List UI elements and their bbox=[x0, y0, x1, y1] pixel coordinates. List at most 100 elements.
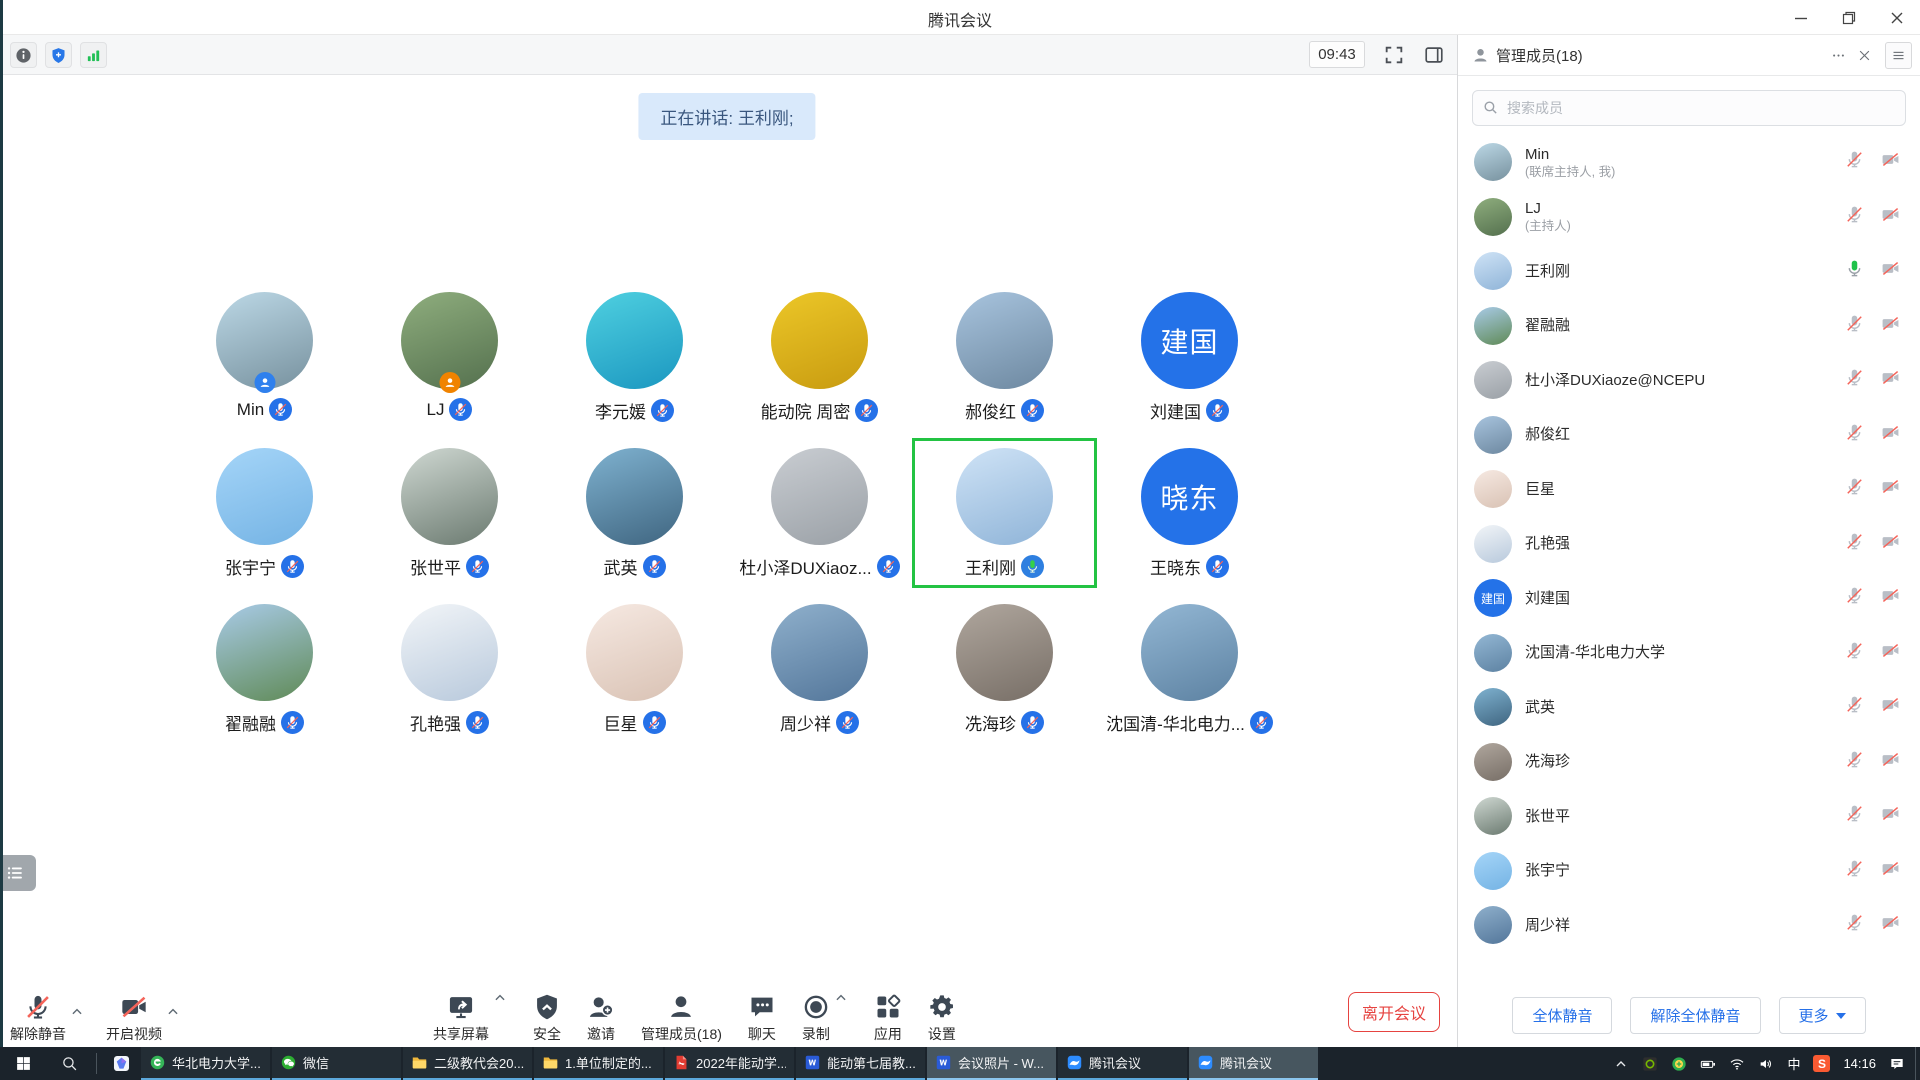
participant-tile[interactable]: 李元媛 bbox=[542, 292, 727, 448]
avatar: 建国 bbox=[1141, 292, 1238, 389]
participant-tile[interactable]: 冼海珍 bbox=[912, 604, 1097, 760]
member-row[interactable]: 张宇宁 bbox=[1458, 844, 1920, 899]
taskbar-app-label: 能动第七届教... bbox=[827, 1053, 916, 1072]
participant-tile[interactable]: 巨星 bbox=[542, 604, 727, 760]
clock[interactable]: 14:16 bbox=[1843, 1056, 1876, 1071]
participant-tile[interactable]: 翟融融 bbox=[172, 604, 357, 760]
record-options-caret[interactable] bbox=[834, 991, 848, 1005]
member-row[interactable]: 武英 bbox=[1458, 680, 1920, 735]
show-desktop-button[interactable] bbox=[1915, 1047, 1920, 1080]
participant-tile[interactable]: 能动院 周密 bbox=[727, 292, 912, 448]
speaking-banner: 正在讲话: 王利刚; bbox=[638, 93, 815, 140]
taskbar-app[interactable]: 1.单位制定的... bbox=[534, 1047, 663, 1080]
member-row[interactable]: 巨星 bbox=[1458, 462, 1920, 517]
security-button[interactable]: 安全 bbox=[533, 991, 561, 1044]
taskbar-app[interactable]: 腾讯会议 bbox=[1058, 1047, 1187, 1080]
unmute-options-caret[interactable] bbox=[70, 1005, 84, 1019]
manage-members-button[interactable]: 管理成员(18) bbox=[641, 991, 722, 1044]
participant-tile[interactable]: 武英 bbox=[542, 448, 727, 604]
chat-button[interactable]: 聊天 bbox=[748, 991, 776, 1044]
participant-tile[interactable]: Min bbox=[172, 292, 357, 448]
share-options-caret[interactable] bbox=[493, 991, 507, 1005]
participant-tile[interactable]: 沈国清-华北电力... bbox=[1097, 604, 1282, 760]
settings-button[interactable]: 设置 bbox=[928, 991, 956, 1044]
member-row[interactable]: 孔艳强 bbox=[1458, 517, 1920, 572]
fullscreen-button[interactable] bbox=[1383, 44, 1405, 66]
member-row[interactable]: 冼海珍 bbox=[1458, 735, 1920, 790]
mute-all-button[interactable]: 全体静音 bbox=[1512, 997, 1612, 1034]
share-screen-button[interactable]: 共享屏幕 bbox=[433, 991, 489, 1044]
ime-indicator[interactable]: 中 bbox=[1787, 1054, 1800, 1073]
sogou-icon[interactable]: S bbox=[1813, 1055, 1830, 1072]
participant-tile[interactable]: 孔艳强 bbox=[357, 604, 542, 760]
member-row[interactable]: Min (联席主持人, 我) bbox=[1458, 135, 1920, 190]
restore-button[interactable] bbox=[1834, 5, 1864, 31]
unmute-all-button[interactable]: 解除全体静音 bbox=[1630, 997, 1760, 1034]
member-row[interactable]: 张世平 bbox=[1458, 789, 1920, 844]
security-shield-icon[interactable] bbox=[45, 42, 72, 68]
unmute-button[interactable]: 解除静音 bbox=[10, 991, 66, 1044]
volume-icon[interactable] bbox=[1758, 1056, 1774, 1072]
panel-menu-button[interactable] bbox=[1885, 42, 1912, 69]
taskbar-app[interactable]: 华北电力大学... bbox=[141, 1047, 270, 1080]
taskbar-app[interactable]: 微信 bbox=[272, 1047, 401, 1080]
search-input[interactable] bbox=[1472, 90, 1906, 126]
member-row[interactable]: 沈国清-华北电力大学 bbox=[1458, 626, 1920, 681]
minimize-button[interactable] bbox=[1786, 5, 1816, 31]
start-button[interactable] bbox=[0, 1047, 46, 1080]
mic-status-icon bbox=[466, 555, 489, 578]
more-button[interactable]: 更多 bbox=[1779, 997, 1866, 1034]
member-row[interactable]: LJ (主持人) bbox=[1458, 190, 1920, 245]
member-row[interactable]: 翟融融 bbox=[1458, 299, 1920, 354]
participant-tile[interactable]: 杜小泽DUXiaoz... bbox=[727, 448, 912, 604]
participant-tile[interactable]: 王利刚 bbox=[912, 448, 1097, 604]
participant-tile[interactable]: 张宇宁 bbox=[172, 448, 357, 604]
video-options-caret[interactable] bbox=[166, 1005, 180, 1019]
participant-tile[interactable]: LJ bbox=[357, 292, 542, 448]
taskbar-app[interactable]: 会议照片 - W... bbox=[927, 1047, 1056, 1080]
layout-toggle-button[interactable] bbox=[1423, 44, 1445, 66]
member-row[interactable]: 郝俊红 bbox=[1458, 408, 1920, 463]
member-row[interactable]: 建国 刘建国 bbox=[1458, 571, 1920, 626]
nvidia-icon[interactable] bbox=[1642, 1056, 1658, 1072]
member-row[interactable]: 周少祥 bbox=[1458, 898, 1920, 953]
taskbar-search-button[interactable] bbox=[46, 1047, 92, 1080]
battery-icon[interactable] bbox=[1700, 1056, 1716, 1072]
member-avatar bbox=[1474, 470, 1512, 508]
meeting-icon bbox=[1197, 1054, 1214, 1071]
member-list-tab[interactable] bbox=[0, 855, 36, 891]
apps-grid-icon bbox=[874, 991, 902, 1021]
participant-tile[interactable]: 晓东 王晓东 bbox=[1097, 448, 1282, 604]
leave-meeting-button[interactable]: 离开会议 bbox=[1348, 992, 1440, 1032]
shield-icon bbox=[533, 991, 561, 1021]
wifi-icon[interactable] bbox=[1729, 1056, 1745, 1072]
taskbar-app[interactable]: 能动第七届教... bbox=[796, 1047, 925, 1080]
start-video-button[interactable]: 开启视频 bbox=[106, 991, 162, 1044]
apps-button[interactable]: 应用 bbox=[874, 991, 902, 1044]
network-signal-icon[interactable] bbox=[80, 42, 107, 68]
member-row[interactable]: 杜小泽DUXiaoze@NCEPU bbox=[1458, 353, 1920, 408]
tray-expand-icon[interactable] bbox=[1613, 1056, 1629, 1072]
taskbar-app[interactable]: 2022年能动学... bbox=[665, 1047, 794, 1080]
taskbar-app[interactable]: 腾讯会议 bbox=[1189, 1047, 1318, 1080]
participant-tile[interactable]: 建国 刘建国 bbox=[1097, 292, 1282, 448]
control-bar: 解除静音 开启视频 共享屏幕 bbox=[0, 985, 1457, 1047]
window-edge bbox=[0, 0, 3, 1047]
meeting-info-icon[interactable] bbox=[10, 42, 37, 68]
invite-button[interactable]: 邀请 bbox=[587, 991, 615, 1044]
panel-close-button[interactable] bbox=[1851, 42, 1877, 68]
record-button[interactable]: 录制 bbox=[802, 991, 830, 1044]
panel-more-button[interactable] bbox=[1825, 42, 1851, 68]
antivirus-icon[interactable] bbox=[1671, 1056, 1687, 1072]
member-avatar bbox=[1474, 252, 1512, 290]
close-button[interactable] bbox=[1882, 5, 1912, 31]
pinned-app-icon[interactable] bbox=[101, 1047, 141, 1080]
member-row[interactable]: 王利刚 bbox=[1458, 244, 1920, 299]
notification-icon[interactable] bbox=[1889, 1056, 1905, 1072]
participant-tile[interactable]: 郝俊红 bbox=[912, 292, 1097, 448]
participant-tile[interactable]: 周少祥 bbox=[727, 604, 912, 760]
participant-tile[interactable]: 张世平 bbox=[357, 448, 542, 604]
taskbar-app[interactable]: 二级教代会20... bbox=[403, 1047, 532, 1080]
taskbar-app-label: 2022年能动学... bbox=[696, 1053, 786, 1072]
mic-status-icon bbox=[1845, 750, 1864, 774]
